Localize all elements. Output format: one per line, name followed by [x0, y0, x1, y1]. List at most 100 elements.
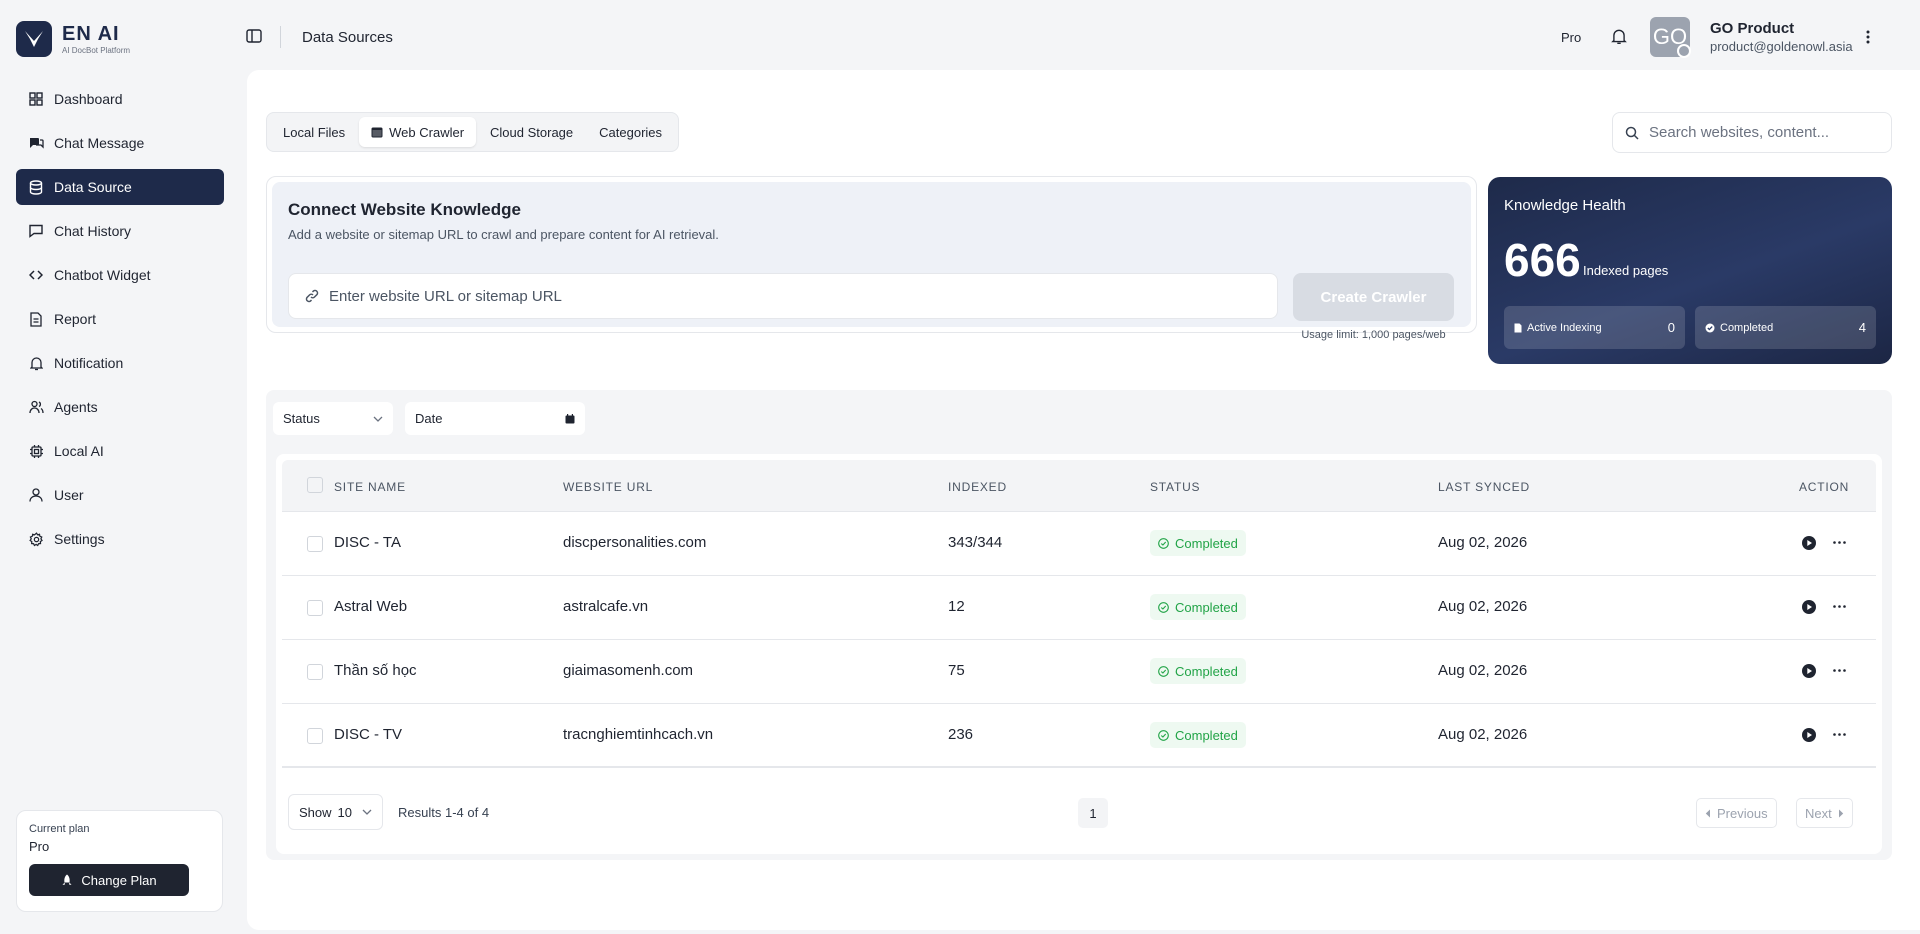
- column-header-status[interactable]: STATUS: [1150, 480, 1200, 494]
- previous-label: Previous: [1717, 805, 1768, 821]
- sidebar-item-data-source[interactable]: Data Source: [16, 169, 224, 205]
- sidebar-item-notification[interactable]: Notification: [16, 345, 224, 381]
- play-icon[interactable]: [1801, 727, 1817, 743]
- status-label: Completed: [1175, 663, 1238, 679]
- results-count: Results 1-4 of 4: [398, 805, 490, 820]
- chevron-down-icon: [373, 416, 383, 422]
- last-synced: Aug 02, 2026: [1438, 726, 1528, 743]
- rocket-icon: [61, 874, 73, 887]
- more-horizontal-icon[interactable]: [1833, 541, 1846, 544]
- logo[interactable]: EN AI AI DocBot Platform: [16, 21, 130, 57]
- sidebar-item-settings[interactable]: Settings: [16, 521, 224, 557]
- sidebar-item-label: Data Source: [54, 179, 132, 195]
- more-horizontal-icon[interactable]: [1833, 669, 1846, 672]
- health-title: Knowledge Health: [1504, 197, 1626, 214]
- sidebar-item-user[interactable]: User: [16, 477, 224, 513]
- website-url-input[interactable]: [329, 287, 1229, 305]
- date-filter[interactable]: Date: [405, 402, 585, 435]
- website-url[interactable]: tracnghiemtinhcach.vn: [563, 726, 713, 743]
- sidebar-item-chatbot-widget[interactable]: Chatbot Widget: [16, 257, 224, 293]
- table-row[interactable]: Astral Web astralcafe.vn 12 Completed Au…: [282, 576, 1876, 640]
- sidebar-item-report[interactable]: Report: [16, 301, 224, 337]
- grid-icon: [28, 91, 44, 107]
- check-circle-icon: [1158, 665, 1169, 677]
- current-plan-value: Pro: [29, 839, 50, 854]
- chevron-left-icon: [1705, 809, 1711, 818]
- status-label: Completed: [1175, 599, 1238, 615]
- indexed-count: 343/344: [948, 534, 1003, 551]
- sidebar-item-agents[interactable]: Agents: [16, 389, 224, 425]
- more-vertical-icon[interactable]: [1866, 30, 1870, 44]
- select-all-checkbox[interactable]: [307, 477, 323, 493]
- status-badge: Completed: [1150, 722, 1246, 748]
- table-row[interactable]: DISC - TA discpersonalities.com 343/344 …: [282, 512, 1876, 576]
- completed-stat: Completed 4: [1695, 306, 1876, 349]
- status-badge: Completed: [1150, 594, 1246, 620]
- search-input[interactable]: [1649, 124, 1869, 141]
- play-icon[interactable]: [1801, 599, 1817, 615]
- indexed-count: 236: [948, 726, 974, 743]
- row-checkbox[interactable]: [307, 600, 323, 616]
- column-header-website-url[interactable]: WEBSITE URL: [563, 480, 653, 494]
- knowledge-health-card: Knowledge Health 666 Indexed pages Activ…: [1488, 177, 1892, 364]
- sidebar-toggle-icon[interactable]: [246, 28, 266, 48]
- sidebar-item-dashboard[interactable]: Dashboard: [16, 81, 224, 117]
- sidebar-item-local-ai[interactable]: Local AI: [16, 433, 224, 469]
- website-url[interactable]: giaimasomenh.com: [563, 662, 693, 679]
- column-header-last-synced[interactable]: LAST SYNCED: [1438, 480, 1530, 494]
- row-checkbox[interactable]: [307, 728, 323, 744]
- sidebar-item-label: Chat Message: [54, 135, 145, 151]
- show-label: Show: [299, 804, 332, 820]
- completed-value: 4: [1858, 320, 1866, 335]
- column-header-site-name[interactable]: SITE NAME: [334, 480, 406, 494]
- usage-limit-text: Usage limit: 1,000 pages/web: [1301, 329, 1446, 341]
- crawler-table: SITE NAME WEBSITE URL INDEXED STATUS LAS…: [276, 454, 1882, 854]
- tab-label: Cloud Storage: [490, 124, 574, 140]
- tab-web-crawler[interactable]: Web Crawler: [359, 117, 477, 147]
- sidebar-item-chat-history[interactable]: Chat History: [16, 213, 224, 249]
- tab-local-files[interactable]: Local Files: [271, 117, 357, 147]
- notification-bell-icon[interactable]: [1611, 28, 1627, 45]
- browser-window-icon: [371, 127, 383, 138]
- sidebar: EN AI AI DocBot Platform Dashboard Chat …: [0, 0, 240, 934]
- more-horizontal-icon[interactable]: [1833, 605, 1846, 608]
- status-filter[interactable]: Status: [273, 402, 393, 435]
- table-row[interactable]: Thần số học giaimasomenh.com 75 Complete…: [282, 640, 1876, 704]
- play-icon[interactable]: [1801, 663, 1817, 679]
- connect-description: Add a website or sitemap URL to crawl an…: [288, 227, 719, 242]
- tab-cloud-storage[interactable]: Cloud Storage: [478, 117, 585, 147]
- user-email: product@goldenowl.asia: [1710, 39, 1853, 54]
- column-header-indexed[interactable]: INDEXED: [948, 480, 1007, 494]
- sidebar-item-label: User: [54, 487, 84, 503]
- site-name: DISC - TA: [334, 534, 401, 551]
- column-header-action: ACTION: [1799, 480, 1850, 494]
- play-icon[interactable]: [1801, 535, 1817, 551]
- last-synced: Aug 02, 2026: [1438, 598, 1528, 615]
- brand-name: EN AI: [62, 22, 120, 45]
- website-url[interactable]: discpersonalities.com: [563, 534, 706, 551]
- change-plan-button[interactable]: Change Plan: [29, 864, 189, 896]
- row-checkbox[interactable]: [307, 536, 323, 552]
- completed-label: Completed: [1720, 321, 1774, 334]
- create-crawler-button[interactable]: Create Crawler: [1293, 273, 1454, 321]
- page-size-select[interactable]: Show 10: [288, 794, 383, 830]
- next-page-button[interactable]: Next: [1796, 798, 1853, 828]
- code-icon: [28, 267, 44, 283]
- site-name: Astral Web: [334, 598, 408, 615]
- change-plan-label: Change Plan: [81, 872, 157, 888]
- check-circle-icon: [1158, 729, 1169, 741]
- connect-title: Connect Website Knowledge: [288, 200, 521, 219]
- next-label: Next: [1805, 805, 1832, 821]
- status-badge: Completed: [1150, 658, 1246, 684]
- page-number-button[interactable]: 1: [1078, 798, 1108, 828]
- more-horizontal-icon[interactable]: [1833, 733, 1846, 736]
- sidebar-item-chat-message[interactable]: Chat Message: [16, 125, 224, 161]
- website-url[interactable]: astralcafe.vn: [563, 598, 648, 615]
- search-box: [1612, 112, 1892, 153]
- previous-page-button[interactable]: Previous: [1696, 798, 1777, 828]
- row-checkbox[interactable]: [307, 664, 323, 680]
- tab-label: Categories: [599, 124, 663, 140]
- tab-categories[interactable]: Categories: [587, 117, 674, 147]
- crawler-table-section: Status Date SITE NAME WEBSITE URL INDEXE…: [266, 390, 1892, 860]
- table-row[interactable]: DISC - TV tracnghiemtinhcach.vn 236 Comp…: [282, 704, 1876, 768]
